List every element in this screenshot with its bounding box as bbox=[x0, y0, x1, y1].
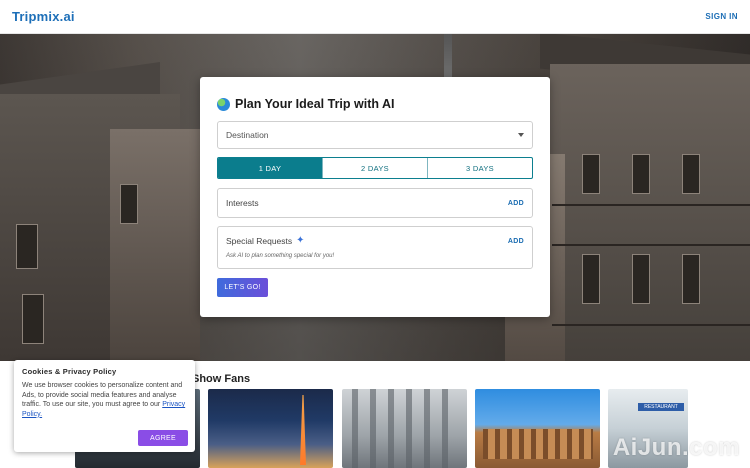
special-requests-hint: Ask AI to plan something special for you… bbox=[226, 253, 335, 259]
building-left-front bbox=[110, 129, 200, 361]
duration-toggle: 1 DAY 2 DAYS 3 DAYS bbox=[217, 157, 533, 179]
duration-3-days[interactable]: 3 DAYS bbox=[428, 158, 532, 178]
window bbox=[632, 254, 650, 304]
duration-1-day[interactable]: 1 DAY bbox=[218, 158, 323, 178]
gallery-item-bridge[interactable] bbox=[342, 389, 467, 468]
gallery-item-colosseum[interactable] bbox=[475, 389, 600, 468]
restaurant-sign: RESTAURANT bbox=[638, 403, 684, 411]
special-requests-add-button[interactable]: ADD bbox=[508, 238, 524, 245]
top-bar: Tripmix.ai SIGN IN bbox=[0, 0, 750, 34]
duration-2-days[interactable]: 2 DAYS bbox=[323, 158, 428, 178]
globe-icon bbox=[217, 97, 230, 111]
planner-title: Plan Your Ideal Trip with AI bbox=[217, 97, 395, 111]
caret-down-icon bbox=[518, 133, 524, 137]
cookie-body: We use browser cookies to personalize co… bbox=[22, 382, 183, 408]
sign-in-link[interactable]: SIGN IN bbox=[705, 12, 738, 21]
cookie-text: We use browser cookies to personalize co… bbox=[22, 381, 187, 419]
logo[interactable]: Tripmix.ai bbox=[12, 9, 75, 24]
balcony bbox=[552, 244, 750, 246]
window bbox=[632, 154, 650, 194]
trip-planner-card: Plan Your Ideal Trip with AI Destination… bbox=[200, 77, 550, 317]
building-right bbox=[550, 64, 750, 361]
window bbox=[22, 294, 44, 344]
gallery-title: Show Fans bbox=[192, 373, 251, 385]
cookie-title: Cookies & Privacy Policy bbox=[22, 367, 117, 376]
window bbox=[582, 154, 600, 194]
window bbox=[120, 184, 138, 224]
colosseum-arches bbox=[483, 429, 593, 459]
tokyo-tower bbox=[300, 395, 306, 465]
special-requests-label: Special Requests bbox=[226, 236, 293, 246]
agree-button[interactable]: AGREE bbox=[138, 430, 188, 446]
special-requests-label-wrap: Special Requests ✦ bbox=[226, 235, 305, 247]
window bbox=[682, 154, 700, 194]
destination-placeholder: Destination bbox=[226, 130, 269, 140]
interests-label: Interests bbox=[226, 198, 259, 208]
balcony bbox=[552, 204, 750, 206]
gallery-item-tokyo[interactable] bbox=[208, 389, 333, 468]
destination-select[interactable]: Destination bbox=[217, 121, 533, 149]
planner-title-text: Plan Your Ideal Trip with AI bbox=[235, 97, 395, 111]
window bbox=[16, 224, 38, 269]
interests-field[interactable]: Interests ADD bbox=[217, 188, 533, 218]
window bbox=[582, 254, 600, 304]
balcony bbox=[552, 324, 750, 326]
special-requests-field[interactable]: Special Requests ✦ ADD Ask AI to plan so… bbox=[217, 226, 533, 269]
sparkle-icon: ✦ bbox=[296, 235, 305, 246]
interests-add-button[interactable]: ADD bbox=[508, 200, 524, 207]
window bbox=[682, 254, 700, 304]
lets-go-button[interactable]: LET'S GO! bbox=[217, 278, 268, 297]
watermark: AiJun.com bbox=[612, 434, 740, 461]
cookie-banner: Cookies & Privacy Policy We use browser … bbox=[14, 360, 195, 452]
special-requests-row: Special Requests ✦ ADD bbox=[226, 235, 524, 247]
bridge-pillars bbox=[352, 389, 457, 468]
